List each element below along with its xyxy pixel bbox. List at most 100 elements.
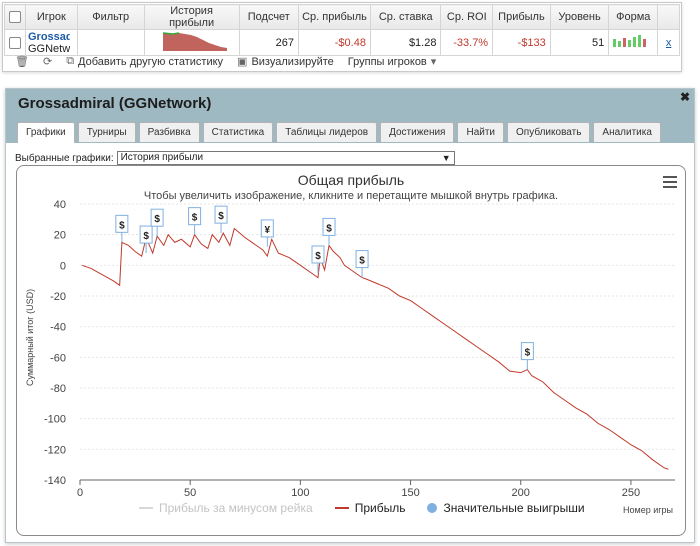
y-tick-label: 20 — [54, 230, 66, 242]
legend-line-profit — [334, 507, 349, 509]
player-name-link[interactable]: Grossadmiral — [28, 31, 70, 43]
y-tick-label: 0 — [60, 260, 66, 272]
player-groups-label: Группы игроков — [347, 55, 427, 68]
win-marker-label: $ — [218, 211, 224, 222]
select-all-checkbox[interactable] — [9, 11, 21, 24]
column-header-player[interactable]: Игрок — [25, 4, 78, 30]
visualize-button[interactable]: ▣ Визуализируйте — [237, 55, 334, 69]
y-tick-label: -60 — [50, 352, 66, 364]
win-marker-label: ¥ — [265, 225, 271, 236]
win-marker-label: $ — [315, 251, 321, 262]
column-header-avg-profit[interactable]: Ср. прибыль — [298, 4, 371, 30]
tab-5[interactable]: Достижения — [380, 122, 455, 142]
trash-icon[interactable]: 🗑 — [15, 55, 29, 68]
profit-history-sparkline — [162, 32, 227, 51]
stats-table: Игрок Фильтр История прибыли Подсчет Ср.… — [4, 4, 680, 56]
chart-select-label: Выбранные графики: — [15, 152, 114, 164]
visualize-label: Визуализируйте — [251, 55, 334, 68]
column-header-profit[interactable]: Прибыль — [492, 4, 551, 30]
column-header-avg-stake[interactable]: Ср. ставка — [369, 4, 442, 30]
legend-item-wins[interactable]: Значительные выигрыши — [427, 501, 585, 515]
player-cell[interactable]: Grossadmiral GGNetwork — [25, 29, 78, 56]
tab-8[interactable]: Аналитика — [593, 122, 661, 142]
chart-select[interactable]: История прибыли ▼ — [116, 151, 455, 165]
table-row[interactable]: Grossadmiral GGNetwork 267 -$0.48 $1.28 … — [4, 29, 680, 56]
add-stat-label: Добавить другую статистику — [78, 55, 224, 68]
win-marker-label: $ — [119, 220, 125, 231]
tab-1[interactable]: Турниры — [77, 122, 136, 142]
y-tick-label: -20 — [50, 291, 66, 303]
tab-6[interactable]: Найти — [457, 122, 505, 142]
chart-container[interactable]: Общая прибыль Чтобы увеличить изображени… — [16, 165, 686, 536]
player-grid: Игрок Фильтр История прибыли Подсчет Ср.… — [2, 2, 682, 72]
refresh-icon[interactable]: ⟳ — [43, 55, 52, 68]
legend-item-rake[interactable]: Прибыль за минусом рейка — [139, 501, 313, 515]
y-tick-label: -140 — [44, 475, 66, 487]
win-marker-label: $ — [154, 214, 160, 225]
chart-select-row: Выбранные графики: История прибыли ▼ — [15, 151, 455, 165]
panel-header: Grossadmiral (GGNetwork) — [6, 89, 694, 119]
form-cell — [608, 29, 659, 56]
profit-cell: -$133 — [492, 29, 551, 56]
count-cell: 267 — [238, 29, 300, 56]
profit-history-sparkline-cell — [143, 29, 240, 56]
x-axis-label: Номер игры — [623, 505, 673, 515]
x-tick-label: 0 — [77, 487, 83, 499]
tab-4[interactable]: Таблицы лидеров — [276, 122, 378, 142]
avg-roi-cell: -33.7% — [440, 29, 494, 56]
legend-line-rake — [139, 507, 153, 509]
select-all-header[interactable] — [4, 4, 26, 30]
filter-cell[interactable] — [76, 29, 145, 56]
chevron-down-icon: ▼ — [441, 153, 451, 163]
tab-7[interactable]: Опубликовать — [507, 122, 591, 142]
close-icon[interactable]: ✖ — [680, 90, 690, 104]
y-tick-label: -80 — [50, 383, 66, 395]
x-tick-label: 250 — [622, 487, 640, 499]
add-stat-button[interactable]: ⧉ Добавить другую статистику — [66, 55, 223, 68]
image-icon: ▣ — [237, 56, 248, 68]
avg-profit-cell: -$0.48 — [298, 29, 371, 56]
chart-legend: Прибыль за минусом рейка Прибыль Значите… — [139, 501, 585, 515]
level-cell: 51 — [549, 29, 610, 56]
column-header-count[interactable]: Подсчет — [238, 4, 300, 30]
column-header-filter[interactable]: Фильтр — [76, 4, 145, 30]
table-header-row: Игрок Фильтр История прибыли Подсчет Ср.… — [4, 4, 680, 30]
panel-tabs: Графики Турниры Разбивка Статистика Таблицы … — [17, 122, 661, 143]
remove-row-link[interactable]: x — [666, 37, 672, 49]
tab-3[interactable]: Статистика — [202, 122, 274, 142]
legend-label-profit: Прибыль — [354, 501, 406, 515]
player-groups-dropdown[interactable]: Группы игроков ▾ — [347, 55, 437, 69]
player-panel: Grossadmiral (GGNetwork) ✖ Графики Турнир… — [5, 88, 695, 543]
y-tick-label: -40 — [50, 322, 66, 334]
copy-icon: ⧉ — [66, 55, 75, 67]
avg-stake-cell: $1.28 — [369, 29, 442, 56]
win-marker-label: $ — [192, 213, 198, 224]
form-bars — [613, 35, 647, 47]
chart-select-value: История прибыли — [120, 152, 204, 163]
win-marker-label: $ — [525, 348, 531, 359]
row-checkbox-cell[interactable] — [4, 29, 26, 56]
column-header-avg-roi[interactable]: Ср. ROI — [440, 4, 494, 30]
tab-2[interactable]: Разбивка — [138, 122, 200, 142]
x-tick-label: 100 — [291, 487, 309, 499]
panel-title: Grossadmiral (GGNetwork) — [18, 95, 212, 112]
tab-0[interactable]: Графики — [17, 122, 75, 143]
legend-dot-wins — [427, 503, 438, 513]
y-tick-label: -100 — [44, 414, 66, 426]
profit-series-line — [82, 227, 669, 470]
legend-label-rake: Прибыль за минусом рейка — [159, 501, 313, 515]
y-tick-label: 40 — [54, 199, 66, 211]
remove-cell[interactable]: x — [657, 29, 680, 56]
x-tick-label: 200 — [512, 487, 530, 499]
player-network: GGNetwork — [28, 42, 70, 55]
column-header-remove — [657, 4, 680, 30]
column-header-level[interactable]: Уровень — [549, 4, 610, 30]
row-checkbox[interactable] — [9, 36, 21, 49]
legend-item-profit[interactable]: Прибыль — [334, 501, 406, 515]
win-marker-label: $ — [143, 231, 149, 242]
win-marker-label: $ — [359, 256, 365, 267]
column-header-form[interactable]: Форма — [608, 4, 659, 30]
y-tick-label: -120 — [44, 444, 66, 456]
profit-chart[interactable]: 40200-20-40-60-80-100-120-1400 50 100 150 20… — [17, 166, 685, 535]
column-header-profit-history[interactable]: История прибыли — [143, 4, 240, 30]
